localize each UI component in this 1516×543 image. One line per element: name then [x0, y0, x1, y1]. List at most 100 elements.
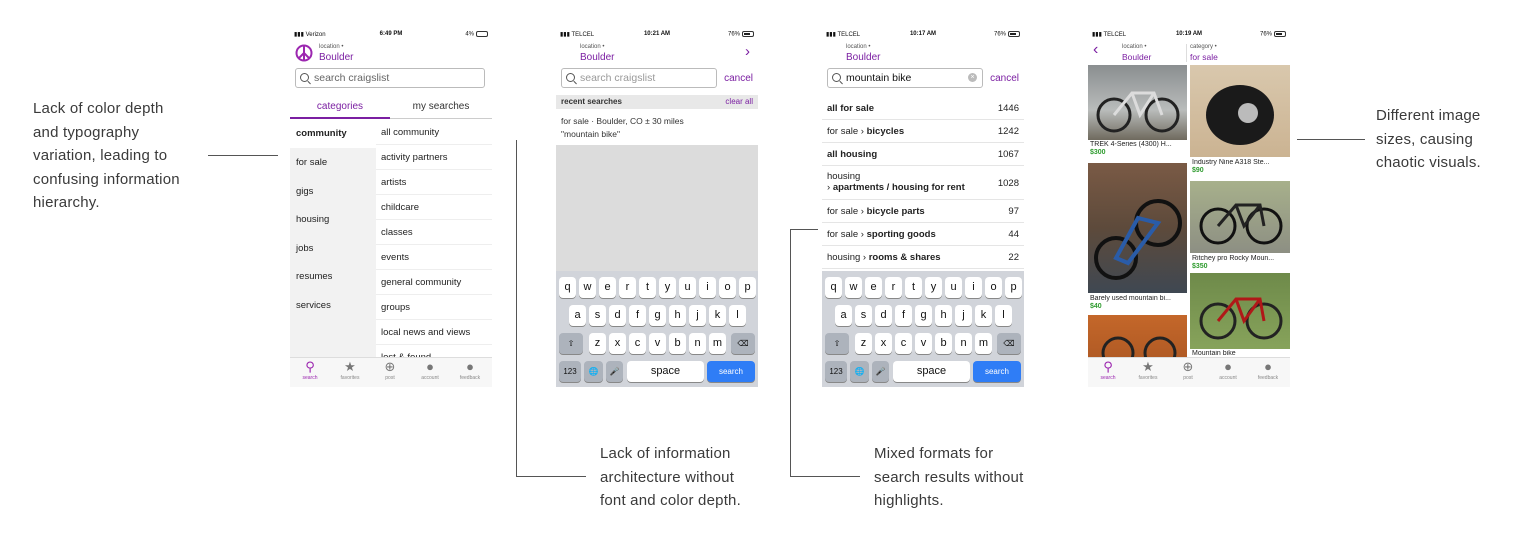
key-s[interactable]: s [589, 305, 606, 326]
category-item-community[interactable]: community [290, 120, 376, 148]
key-k[interactable]: k [709, 305, 726, 326]
subcategory-item[interactable]: events [376, 245, 492, 270]
result-row[interactable]: housing › rooms & shares 22 [822, 246, 1024, 269]
subcategory-item[interactable]: local news and views [376, 320, 492, 345]
key-a[interactable]: a [835, 305, 852, 326]
key-b[interactable]: b [669, 333, 686, 354]
listing-title[interactable]: TREK 4-Series (4300) H... [1090, 141, 1186, 148]
key-s[interactable]: s [855, 305, 872, 326]
result-row[interactable]: for sale › sporting goods 44 [822, 223, 1024, 246]
key-q[interactable]: q [825, 277, 842, 298]
category-item-housing[interactable]: housing [290, 206, 376, 234]
listing-title[interactable]: Barely used mountain bi... [1090, 295, 1186, 302]
result-row[interactable]: all housing 1067 [822, 143, 1024, 166]
key-u[interactable]: u [945, 277, 962, 298]
globe-icon[interactable]: 🌐 [584, 361, 603, 382]
tabbar-search[interactable]: ⚲ search [1088, 360, 1128, 382]
shift-key[interactable]: ⇧ [559, 333, 583, 354]
tabbar-favorites[interactable]: ★ favorites [330, 360, 370, 382]
tab-categories[interactable]: categories [290, 97, 390, 119]
key-d[interactable]: d [875, 305, 892, 326]
location-selector[interactable]: Boulder [846, 52, 880, 63]
key-e[interactable]: e [865, 277, 882, 298]
peace-logo-icon[interactable] [295, 44, 313, 62]
result-row[interactable]: for sale › bicycles 1242 [822, 120, 1024, 143]
space-key[interactable]: space [893, 361, 970, 382]
space-key[interactable]: space [627, 361, 704, 382]
key-x[interactable]: x [875, 333, 892, 354]
listing-title[interactable]: Mountain bike [1192, 350, 1288, 357]
category-item-jobs[interactable]: jobs [290, 235, 376, 263]
search-input[interactable]: search craigslist [561, 68, 717, 88]
key-z[interactable]: z [589, 333, 606, 354]
key-k[interactable]: k [975, 305, 992, 326]
key-x[interactable]: x [609, 333, 626, 354]
key-j[interactable]: j [689, 305, 706, 326]
subcategory-item[interactable]: all community [376, 120, 492, 145]
key-y[interactable]: y [925, 277, 942, 298]
subcategory-item[interactable]: childcare [376, 195, 492, 220]
key-c[interactable]: c [629, 333, 646, 354]
cancel-button[interactable]: cancel [724, 73, 753, 84]
tabbar-account[interactable]: ● account [1208, 360, 1248, 382]
key-z[interactable]: z [855, 333, 872, 354]
key-t[interactable]: t [905, 277, 922, 298]
key-n[interactable]: n [689, 333, 706, 354]
result-row[interactable]: all for sale 1446 [822, 97, 1024, 120]
tabbar-favorites[interactable]: ★ favorites [1128, 360, 1168, 382]
key-t[interactable]: t [639, 277, 656, 298]
key-v[interactable]: v [915, 333, 932, 354]
tabbar-feedback[interactable]: ● feedback [450, 360, 490, 382]
key-g[interactable]: g [649, 305, 666, 326]
listing-image[interactable] [1088, 315, 1187, 360]
subcategory-item[interactable]: groups [376, 295, 492, 320]
category-item-resumes[interactable]: resumes [290, 263, 376, 291]
microphone-icon[interactable]: 🎤 [606, 361, 623, 382]
shift-key[interactable]: ⇧ [825, 333, 849, 354]
key-f[interactable]: f [895, 305, 912, 326]
key-w[interactable]: w [579, 277, 596, 298]
listing-image[interactable] [1190, 65, 1290, 157]
key-h[interactable]: h [669, 305, 686, 326]
key-b[interactable]: b [935, 333, 952, 354]
category-item-for-sale[interactable]: for sale [290, 149, 376, 177]
recent-search-query[interactable]: "mountain bike" [561, 129, 620, 139]
key-a[interactable]: a [569, 305, 586, 326]
category-item-services[interactable]: services [290, 292, 376, 320]
key-l[interactable]: l [729, 305, 746, 326]
key-y[interactable]: y [659, 277, 676, 298]
tabbar-post[interactable]: ⊕ post [1168, 360, 1208, 382]
globe-icon[interactable]: 🌐 [850, 361, 869, 382]
result-row[interactable]: for sale › bicycle parts 97 [822, 200, 1024, 223]
subcategory-item[interactable]: classes [376, 220, 492, 245]
listing-image[interactable] [1190, 273, 1290, 349]
result-row[interactable]: housing › apartments / housing for rent … [822, 166, 1024, 200]
key-n[interactable]: n [955, 333, 972, 354]
key-g[interactable]: g [915, 305, 932, 326]
clear-search-icon[interactable]: × [968, 73, 977, 82]
key-m[interactable]: m [709, 333, 726, 354]
key-i[interactable]: i [965, 277, 982, 298]
listing-title[interactable]: Ritchey pro Rocky Moun... [1192, 255, 1288, 262]
tabbar-account[interactable]: ● account [410, 360, 450, 382]
key-d[interactable]: d [609, 305, 626, 326]
search-input[interactable]: mountain bike × [827, 68, 983, 88]
subcategory-item[interactable]: general community [376, 270, 492, 295]
backspace-key[interactable]: ⌫ [997, 333, 1021, 354]
clear-all-button[interactable]: clear all [725, 95, 753, 109]
tabbar-search[interactable]: ⚲ search [290, 360, 330, 382]
category-selector[interactable]: for sale [1190, 52, 1218, 62]
subcategory-item[interactable]: activity partners [376, 145, 492, 170]
key-i[interactable]: i [699, 277, 716, 298]
location-selector[interactable]: Boulder [1122, 52, 1151, 62]
location-selector[interactable]: Boulder [580, 52, 614, 63]
search-input[interactable]: search craigslist [295, 68, 485, 88]
listing-title[interactable]: Industry Nine A318 Ste... [1192, 159, 1288, 166]
key-p[interactable]: p [1005, 277, 1022, 298]
key-h[interactable]: h [935, 305, 952, 326]
key-v[interactable]: v [649, 333, 666, 354]
numbers-key[interactable]: 123 [825, 361, 847, 382]
cancel-button[interactable]: cancel [990, 73, 1019, 84]
tabbar-post[interactable]: ⊕ post [370, 360, 410, 382]
key-w[interactable]: w [845, 277, 862, 298]
